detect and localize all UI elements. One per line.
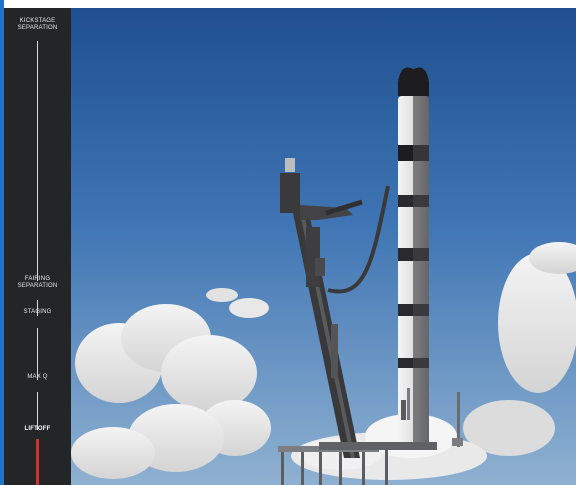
timeline-progress xyxy=(36,439,39,485)
milestone-staging: STAGING xyxy=(4,309,71,316)
launch-scene xyxy=(71,8,576,485)
milestone-label: STAGING xyxy=(23,309,52,315)
milestone-label-line1: KICKSTAGE xyxy=(19,18,56,24)
mission-timeline-sidebar: KICKSTAGE SEPARATION FAIRING SEPARATION … xyxy=(4,8,71,485)
timeline-track xyxy=(37,328,38,380)
milestone-kickstage-separation: KICKSTAGE SEPARATION xyxy=(4,18,71,32)
rocket xyxy=(398,67,429,444)
milestone-label: MAX Q xyxy=(27,374,48,380)
milestone-label-line2: SEPARATION xyxy=(17,283,58,289)
milestone-label-line1: FAIRING xyxy=(24,276,51,282)
launch-illustration xyxy=(71,8,576,485)
milestone-max-q: MAX Q xyxy=(4,374,71,381)
milestone-label-line2: SEPARATION xyxy=(17,25,58,31)
timeline-track xyxy=(37,392,38,430)
top-border xyxy=(0,0,576,8)
milestone-liftoff: LIFTOFF xyxy=(4,426,71,433)
video-frame: KICKSTAGE SEPARATION FAIRING SEPARATION … xyxy=(0,0,576,485)
timeline-track xyxy=(37,41,38,281)
milestone-fairing-separation: FAIRING SEPARATION xyxy=(4,276,71,290)
milestone-label: LIFTOFF xyxy=(24,426,51,432)
